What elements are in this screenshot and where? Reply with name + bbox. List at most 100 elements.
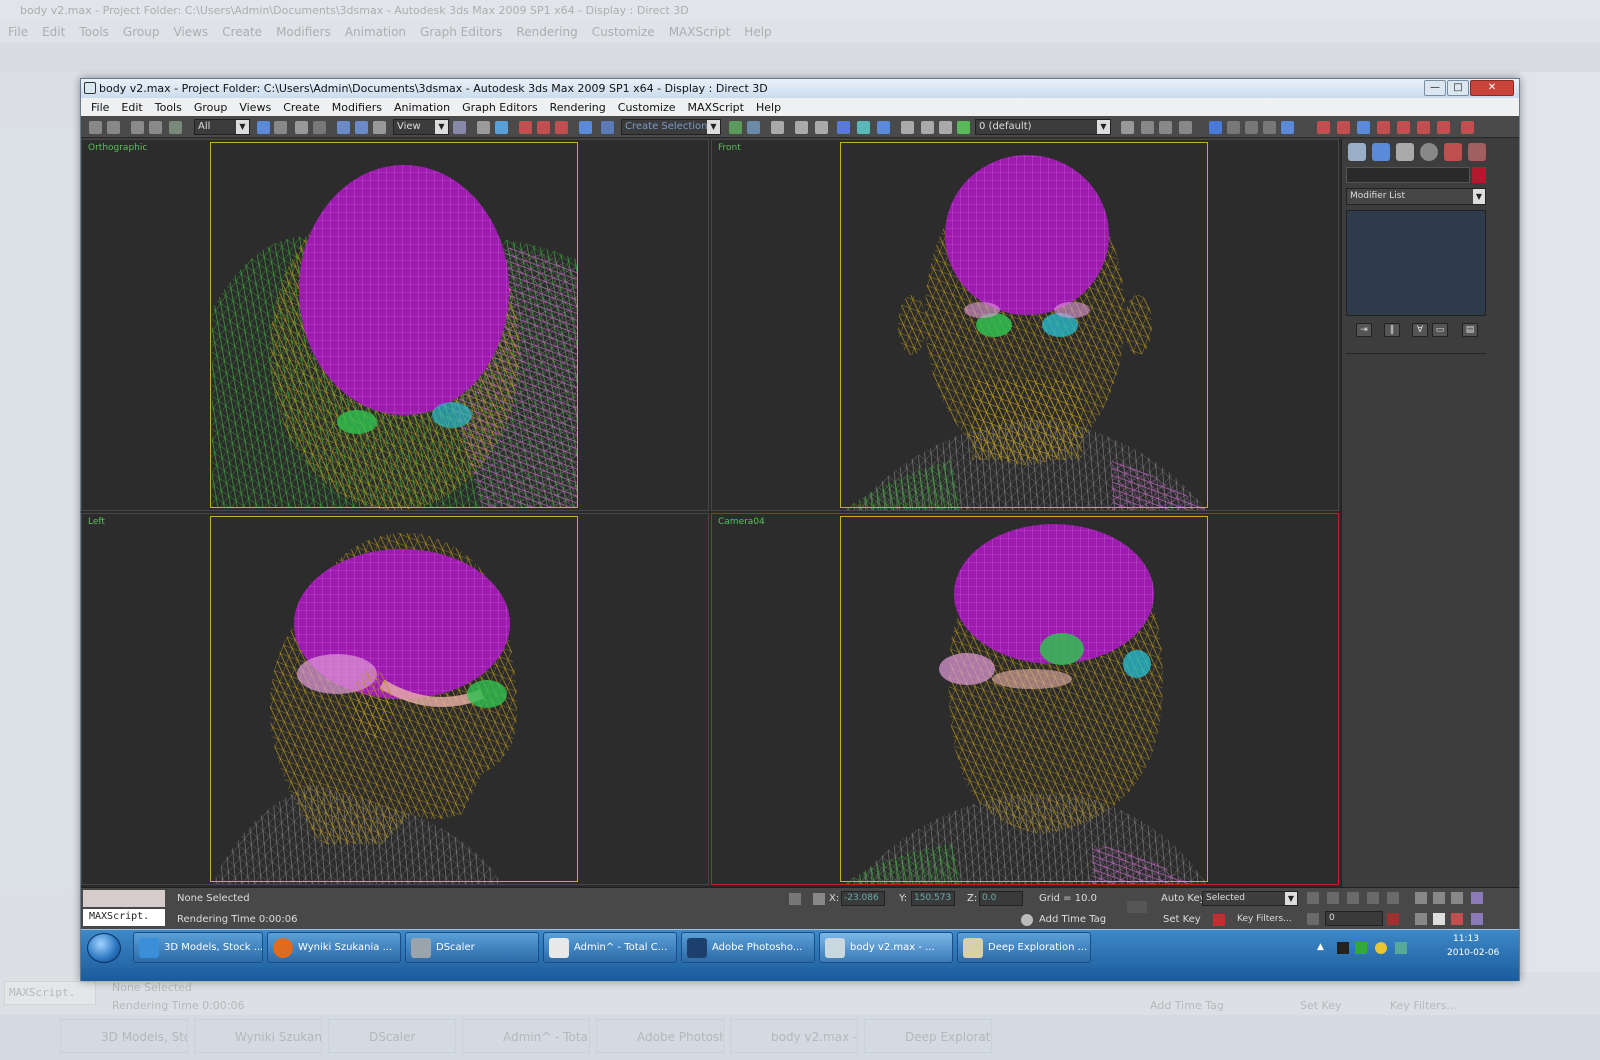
create-layer-icon[interactable] — [1121, 121, 1134, 134]
named-selection-icon[interactable] — [601, 121, 614, 134]
viewport-front[interactable]: Front — [711, 139, 1339, 511]
menu-views[interactable]: Views — [233, 101, 277, 114]
viewport-orthographic[interactable]: Orthographic — [81, 139, 709, 511]
utilities-tab-icon[interactable] — [1468, 143, 1486, 161]
render-iterative-icon[interactable] — [1377, 121, 1390, 134]
axis-constraint-z-icon[interactable] — [1245, 121, 1258, 134]
move-icon[interactable] — [337, 121, 350, 134]
menu-file[interactable]: File — [85, 101, 115, 114]
orbit-icon[interactable] — [1451, 913, 1463, 925]
quick-render-icon[interactable] — [1337, 121, 1350, 134]
absolute-mode-icon[interactable] — [813, 893, 825, 905]
configure-modifier-sets-icon[interactable]: ▤ — [1462, 323, 1478, 337]
render-production-icon[interactable] — [1397, 121, 1410, 134]
key-filters-button[interactable]: Key Filters... — [1237, 914, 1292, 924]
viewport-label[interactable]: Orthographic — [88, 143, 147, 153]
align-icon[interactable] — [747, 121, 760, 134]
viewport-label[interactable]: Left — [88, 517, 105, 527]
taskbar-item[interactable]: Deep Exploration ... — [957, 932, 1091, 963]
mirror-icon[interactable] — [729, 121, 742, 134]
set-current-layer-icon[interactable] — [1179, 121, 1192, 134]
z-coordinate-field[interactable]: 0.0 — [979, 891, 1023, 906]
spinner-snap-icon[interactable] — [555, 121, 568, 134]
zoom-extents-icon[interactable] — [1451, 892, 1463, 904]
select-layer-icon[interactable] — [1159, 121, 1172, 134]
auto-key-button[interactable]: Auto Key — [1161, 893, 1206, 904]
add-to-layer-icon[interactable] — [1141, 121, 1154, 134]
bind-space-warp-icon[interactable] — [169, 121, 182, 134]
taskbar-item[interactable]: Wyniki Szukania ... — [267, 932, 401, 963]
default-tangent-icon[interactable] — [1213, 914, 1225, 926]
modify-tab-icon[interactable] — [1372, 143, 1390, 161]
key-selection-dropdown[interactable]: Selected ▼ — [1202, 891, 1298, 906]
menu-maxscript[interactable]: MAXScript — [682, 101, 750, 114]
title-bar[interactable]: body v2.max - Project Folder: C:\Users\A… — [81, 79, 1519, 98]
chevron-up-icon[interactable]: ▲ — [1317, 942, 1329, 954]
maximize-viewport-icon[interactable] — [1471, 913, 1483, 925]
pin-stack-icon[interactable]: ⇥ — [1356, 323, 1372, 337]
rotate-icon[interactable] — [355, 121, 368, 134]
render-last-icon[interactable] — [1417, 121, 1430, 134]
axis-constraint-xy-icon[interactable] — [1263, 121, 1276, 134]
show-end-result-icon[interactable]: ‖ — [1384, 323, 1400, 337]
layer-color-icon[interactable] — [957, 121, 970, 134]
clock-time[interactable]: 11:13 — [1453, 934, 1479, 944]
start-button[interactable] — [87, 933, 121, 963]
zoom-extents-all-icon[interactable] — [1471, 892, 1483, 904]
make-unique-icon[interactable]: ∀ — [1412, 323, 1428, 337]
x-coordinate-field[interactable]: -23.086 — [841, 891, 885, 906]
menu-rendering[interactable]: Rendering — [544, 101, 612, 114]
schematic-view-icon[interactable] — [837, 121, 850, 134]
viewport-label[interactable]: Front — [718, 143, 741, 153]
menu-help[interactable]: Help — [750, 101, 787, 114]
viewport-camera04[interactable]: Camera04 — [711, 513, 1339, 885]
signal-icon[interactable] — [1355, 942, 1367, 954]
render-frame-icon[interactable] — [1317, 121, 1330, 134]
axis-constraint-y-icon[interactable] — [1227, 121, 1240, 134]
snap-use-axis-icon[interactable] — [1281, 121, 1294, 134]
modifier-list-dropdown[interactable]: Modifier List ▼ — [1346, 188, 1486, 205]
zoom-all-icon[interactable] — [1433, 892, 1445, 904]
curve-editor-icon[interactable] — [815, 121, 828, 134]
redo-icon[interactable] — [107, 121, 120, 134]
viewport-label[interactable]: Camera04 — [718, 517, 765, 527]
y-coordinate-field[interactable]: 150.573 — [911, 891, 955, 906]
snap-toggle-icon[interactable] — [495, 121, 508, 134]
window-crossing-icon[interactable] — [313, 121, 326, 134]
layer-dropdown[interactable]: 0 (default) ▼ — [975, 119, 1111, 135]
hide-layer-icon[interactable] — [921, 121, 934, 134]
go-to-end-icon[interactable] — [1387, 892, 1399, 904]
taskbar-item[interactable]: Adobe Photosho... — [681, 932, 815, 963]
menu-graph-editors[interactable]: Graph Editors — [456, 101, 544, 114]
viewport-left[interactable]: Left — [81, 513, 709, 885]
maxscript-mini-listener[interactable]: MAXScript. — [83, 909, 165, 926]
clock-date[interactable]: 2010-02-06 — [1447, 948, 1499, 958]
select-and-manipulate-icon[interactable] — [477, 121, 490, 134]
go-to-start-icon[interactable] — [1307, 892, 1319, 904]
modifier-stack[interactable] — [1346, 210, 1486, 316]
render-region-icon[interactable] — [1437, 121, 1450, 134]
percent-snap-icon[interactable] — [537, 121, 550, 134]
current-frame-field[interactable]: 0 — [1325, 911, 1383, 926]
network-icon[interactable] — [1337, 942, 1349, 954]
set-key-button[interactable]: Set Key — [1163, 914, 1201, 925]
unlink-icon[interactable] — [149, 121, 162, 134]
remove-modifier-icon[interactable]: ▭ — [1432, 323, 1448, 337]
play-icon[interactable] — [1347, 892, 1359, 904]
key-mode-icon[interactable] — [1307, 913, 1319, 925]
select-and-link-icon[interactable] — [131, 121, 144, 134]
key-icon[interactable] — [1127, 901, 1147, 913]
environment-icon[interactable] — [1461, 121, 1474, 134]
volume-icon[interactable] — [1395, 942, 1407, 954]
previous-frame-icon[interactable] — [1327, 892, 1339, 904]
render-setup-icon[interactable] — [877, 121, 890, 134]
menu-tools[interactable]: Tools — [149, 101, 188, 114]
ref-coord-dropdown[interactable]: View ▼ — [393, 119, 449, 135]
time-config-icon[interactable] — [1387, 913, 1399, 925]
layers-icon[interactable] — [901, 121, 914, 134]
taskbar-item[interactable]: DScaler — [405, 932, 539, 963]
menu-modifiers[interactable]: Modifiers — [326, 101, 388, 114]
menu-edit[interactable]: Edit — [115, 101, 148, 114]
rectangular-selection-icon[interactable] — [295, 121, 308, 134]
menu-customize[interactable]: Customize — [612, 101, 682, 114]
